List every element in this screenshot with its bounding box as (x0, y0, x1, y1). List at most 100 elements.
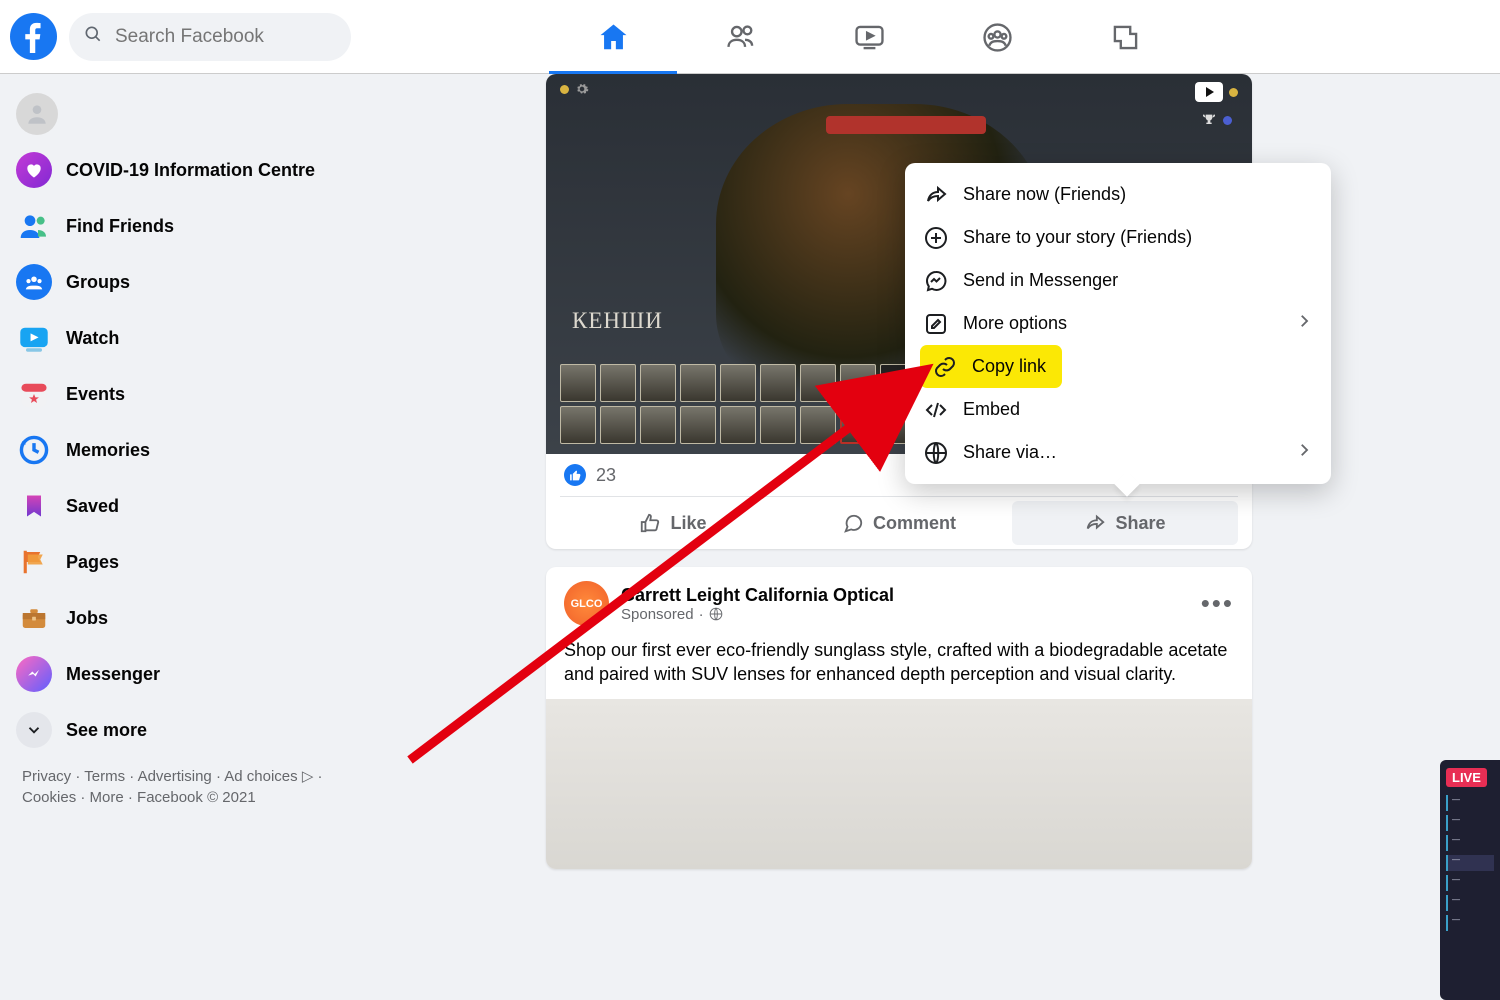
comment-label: Comment (873, 513, 956, 534)
live-badge: LIVE (1446, 768, 1487, 787)
search-icon (83, 24, 103, 49)
nav-home[interactable] (549, 0, 677, 74)
share-dropdown: Share now (Friends) Share to your story … (905, 163, 1331, 484)
sidebar-item-label: COVID-19 Information Centre (66, 160, 315, 181)
character-name: КЕНШИ (572, 308, 663, 334)
chevron-right-icon (1295, 441, 1313, 464)
link-icon (932, 354, 958, 380)
groups-icon (16, 264, 52, 300)
roster-thumb[interactable] (600, 364, 636, 402)
sidebar-pages[interactable]: Pages (8, 534, 352, 590)
sidebar-covid[interactable]: COVID-19 Information Centre (8, 142, 352, 198)
sidebar-events[interactable]: Events (8, 366, 352, 422)
sidebar-item-label: Memories (66, 440, 150, 461)
chevron-right-icon (1295, 312, 1313, 335)
trophy-icon (1201, 112, 1217, 128)
roster-thumb[interactable] (840, 364, 876, 402)
sidebar-jobs[interactable]: Jobs (8, 590, 352, 646)
advertiser-name[interactable]: Garrett Leight California Optical (621, 585, 894, 606)
sidebar-item-label: Jobs (66, 608, 108, 629)
briefcase-icon (16, 600, 52, 636)
facebook-logo[interactable] (10, 13, 57, 60)
roster-thumb[interactable] (640, 406, 676, 444)
nav-gaming[interactable] (1061, 0, 1189, 74)
share-item-label: Copy link (972, 356, 1046, 377)
pip-live-overlay[interactable]: LIVE — — — — — — — (1440, 760, 1500, 1000)
share-item-label: More options (963, 313, 1067, 334)
pip-row: — (1446, 795, 1494, 811)
like-reaction-icon (564, 464, 586, 486)
share-story-item[interactable]: Share to your story (Friends) (911, 216, 1325, 259)
flag-icon (16, 544, 52, 580)
pencil-box-icon (923, 311, 949, 337)
roster-thumb[interactable] (760, 364, 796, 402)
post-menu-button[interactable]: ••• (1201, 588, 1234, 619)
roster-thumb[interactable] (560, 406, 596, 444)
sidebar-item-label: Events (66, 384, 125, 405)
share-button[interactable]: Share (1012, 501, 1238, 545)
search-input[interactable] (113, 25, 337, 49)
footer-links[interactable]: Privacy · Terms · Advertising · Ad choic… (8, 758, 352, 816)
roster-thumb[interactable] (680, 364, 716, 402)
sidebar-profile[interactable] (8, 86, 352, 142)
more-options-item[interactable]: More options (911, 302, 1325, 345)
pip-row: — (1446, 915, 1494, 931)
video-badges-left (560, 82, 589, 96)
avatar-icon (16, 93, 58, 135)
share-now-item[interactable]: Share now (Friends) (911, 173, 1325, 216)
roster-thumb[interactable] (760, 406, 796, 444)
post2-header: GLCO Garrett Leight California Optical S… (546, 567, 1252, 634)
comment-button[interactable]: Comment (786, 501, 1012, 545)
nav-watch[interactable] (805, 0, 933, 74)
roster-thumb-selected[interactable] (840, 406, 876, 444)
sidebar-watch[interactable]: Watch (8, 310, 352, 366)
pip-row: — (1446, 815, 1494, 831)
sidebar-item-label: Groups (66, 272, 130, 293)
advertiser-avatar[interactable]: GLCO (564, 581, 609, 626)
nav-friends[interactable] (677, 0, 805, 74)
plus-circle-icon (923, 225, 949, 251)
roster-thumb (680, 406, 716, 444)
sidebar-item-label: Watch (66, 328, 119, 349)
post2-image[interactable] (546, 699, 1252, 869)
send-messenger-item[interactable]: Send in Messenger (911, 259, 1325, 302)
sidebar-find-friends[interactable]: Find Friends (8, 198, 352, 254)
embed-item[interactable]: Embed (911, 388, 1325, 431)
sponsored-label[interactable]: Sponsored · (621, 606, 894, 623)
dot-icon (560, 85, 569, 94)
watch-icon (16, 320, 52, 356)
sidebar-groups[interactable]: Groups (8, 254, 352, 310)
post-card-2: GLCO Garrett Leight California Optical S… (546, 567, 1252, 869)
roster-thumb[interactable] (720, 364, 756, 402)
post-actions: Like Comment Share (560, 496, 1238, 549)
copy-link-item[interactable]: Copy link (920, 345, 1062, 388)
top-header (0, 0, 1500, 74)
sidebar-memories[interactable]: Memories (8, 422, 352, 478)
pip-row: — (1446, 895, 1494, 911)
sidebar-item-label: See more (66, 720, 147, 741)
roster-thumb[interactable] (800, 364, 836, 402)
nav-groups[interactable] (933, 0, 1061, 74)
play-badge-icon (1195, 82, 1223, 102)
share-via-item[interactable]: Share via… (911, 431, 1325, 474)
sidebar-see-more[interactable]: See more (8, 702, 352, 758)
sidebar-saved[interactable]: Saved (8, 478, 352, 534)
left-sidebar: COVID-19 Information Centre Find Friends… (0, 74, 360, 887)
search-box[interactable] (69, 13, 351, 61)
share-item-label: Embed (963, 399, 1020, 420)
video-badges-right (1195, 82, 1238, 128)
roster-thumb[interactable] (560, 364, 596, 402)
roster-thumb[interactable] (640, 364, 676, 402)
pip-row: — (1446, 855, 1494, 871)
roster-thumb[interactable] (600, 406, 636, 444)
like-button[interactable]: Like (560, 501, 786, 545)
pip-row: — (1446, 875, 1494, 891)
comment-icon (842, 512, 864, 534)
character-roster: ? (560, 364, 916, 444)
share-item-label: Share via… (963, 442, 1057, 463)
code-icon (923, 397, 949, 423)
messenger-icon (16, 656, 52, 692)
roster-thumb[interactable] (720, 406, 756, 444)
roster-thumb[interactable] (800, 406, 836, 444)
sidebar-messenger[interactable]: Messenger (8, 646, 352, 702)
